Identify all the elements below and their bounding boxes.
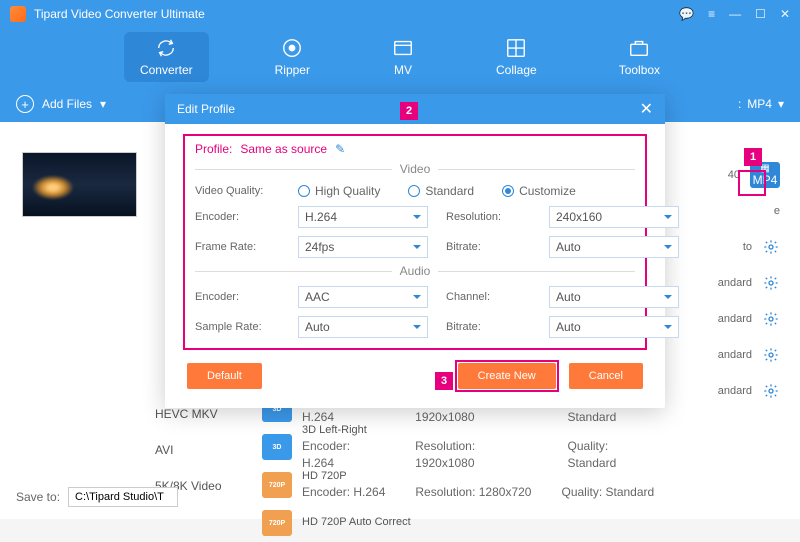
tab-label: Collage <box>496 63 537 77</box>
resolution-select[interactable]: 240x160 <box>549 206 679 228</box>
chevron-down-icon: ▾ <box>778 97 784 111</box>
format-list: 3D Encoder: H.264Resolution: 1920x1080Qu… <box>262 390 660 542</box>
save-to-row: Save to: <box>16 487 178 507</box>
main-toolbar: Converter Ripper MV Collage Toolbox <box>0 28 800 86</box>
value: andard <box>718 385 752 397</box>
format-badge: 720P <box>262 472 292 498</box>
app-logo <box>10 6 26 22</box>
format-info: HD 720P Auto Correct <box>302 515 660 530</box>
video-quality-label: Video Quality: <box>195 185 280 197</box>
samplerate-select[interactable]: Auto <box>298 316 428 338</box>
format-row[interactable]: 3D 3D Left-Right Encoder: H.264Resolutio… <box>262 428 660 466</box>
sidebar-item[interactable]: AVI <box>150 432 240 468</box>
edit-profile-dialog: Edit Profile ✕ Profile: Same as source ✎… <box>165 94 665 408</box>
value: andard <box>718 313 752 325</box>
tab-label: Ripper <box>275 63 310 77</box>
annotation-1: 1 <box>744 148 762 166</box>
format-info: HD 720P Encoder: H.264Resolution: 1280x7… <box>302 469 660 501</box>
collage-icon <box>505 37 527 59</box>
video-bitrate-label: Bitrate: <box>446 241 531 253</box>
save-to-label: Save to: <box>16 490 60 504</box>
annotation-2: 2 <box>400 102 418 120</box>
value: to <box>743 241 752 253</box>
window-controls: 💬 ≡ — ☐ ✕ <box>679 7 790 21</box>
mv-icon <box>392 37 414 59</box>
profile-label: Profile: <box>195 142 232 156</box>
format-row[interactable]: 720P HD 720P Auto Correct <box>262 504 660 542</box>
framerate-select[interactable]: 24fps <box>298 236 428 258</box>
resolution-label: Resolution: <box>446 211 531 223</box>
radio-standard[interactable]: Standard <box>408 184 474 198</box>
tab-toolbox[interactable]: Toolbox <box>603 32 676 82</box>
titlebar: Tipard Video Converter Ultimate 💬 ≡ — ☐ … <box>0 0 800 28</box>
menu-icon[interactable]: ≡ <box>708 7 715 21</box>
profile-value: Same as source <box>240 142 327 156</box>
save-to-input[interactable] <box>68 487 178 507</box>
channel-select[interactable]: Auto <box>549 286 679 308</box>
highlighted-settings-box: Profile: Same as source ✎ Video Video Qu… <box>183 134 647 350</box>
maximize-icon[interactable]: ☐ <box>755 7 766 21</box>
chevron-down-icon: ▾ <box>100 97 106 111</box>
value: e <box>774 205 780 217</box>
gear-icon[interactable] <box>762 238 780 256</box>
value: andard <box>718 349 752 361</box>
fmt-value: MP4 <box>747 97 772 111</box>
video-encoder-select[interactable]: H.264 <box>298 206 428 228</box>
edit-icon[interactable]: ✎ <box>335 142 345 156</box>
video-section-header: Video <box>195 162 635 176</box>
ripper-icon <box>281 37 303 59</box>
format-info: 3D Left-Right Encoder: H.264Resolution: … <box>302 423 660 472</box>
highlight-create-new: Create New <box>455 360 559 392</box>
radio-high-quality[interactable]: High Quality <box>298 184 380 198</box>
highlight-gear <box>738 170 766 196</box>
gear-icon[interactable] <box>762 310 780 328</box>
tab-mv[interactable]: MV <box>376 32 430 82</box>
default-button[interactable]: Default <box>187 363 262 389</box>
video-encoder-label: Encoder: <box>195 211 280 223</box>
plus-icon: + <box>16 95 34 113</box>
format-badge: 3D <box>262 434 292 460</box>
add-files-button[interactable]: + Add Files ▾ <box>16 95 106 113</box>
format-row[interactable]: 720P HD 720P Encoder: H.264Resolution: 1… <box>262 466 660 504</box>
gear-icon[interactable] <box>762 382 780 400</box>
tab-label: Converter <box>140 63 193 77</box>
feedback-icon[interactable]: 💬 <box>679 7 694 21</box>
value: andard <box>718 277 752 289</box>
format-badge: 720P <box>262 510 292 536</box>
fmt-prefix: : <box>738 97 741 111</box>
video-bitrate-select[interactable]: Auto <box>549 236 679 258</box>
toolbox-icon <box>628 37 650 59</box>
channel-label: Channel: <box>446 291 531 303</box>
tab-label: Toolbox <box>619 63 660 77</box>
tab-collage[interactable]: Collage <box>480 32 553 82</box>
dialog-footer: Default Create New Cancel <box>183 360 647 392</box>
minimize-icon[interactable]: — <box>729 7 741 21</box>
audio-bitrate-select[interactable]: Auto <box>549 316 679 338</box>
output-format-selector[interactable]: : MP4 ▾ <box>738 97 784 111</box>
dialog-title: Edit Profile <box>177 102 235 116</box>
audio-encoder-select[interactable]: AAC <box>298 286 428 308</box>
gear-icon[interactable] <box>762 346 780 364</box>
cancel-button[interactable]: Cancel <box>569 363 643 389</box>
annotation-3: 3 <box>435 372 453 390</box>
close-icon[interactable]: ✕ <box>780 7 790 21</box>
framerate-label: Frame Rate: <box>195 241 280 253</box>
create-new-button[interactable]: Create New <box>458 363 556 389</box>
tab-converter[interactable]: Converter <box>124 32 209 82</box>
tab-label: MV <box>394 63 412 77</box>
audio-bitrate-label: Bitrate: <box>446 321 531 333</box>
video-thumbnail[interactable] <box>22 152 137 217</box>
audio-encoder-label: Encoder: <box>195 291 280 303</box>
video-quality-radios: High Quality Standard Customize <box>298 184 679 198</box>
tab-ripper[interactable]: Ripper <box>259 32 326 82</box>
converter-icon <box>155 37 177 59</box>
add-files-label: Add Files <box>42 97 92 111</box>
radio-customize[interactable]: Customize <box>502 184 576 198</box>
close-icon[interactable]: ✕ <box>640 99 653 119</box>
app-title: Tipard Video Converter Ultimate <box>34 7 205 21</box>
samplerate-label: Sample Rate: <box>195 321 280 333</box>
gear-icon[interactable] <box>762 274 780 292</box>
right-column: 40MP4 e to andard andard andard andard <box>690 157 780 409</box>
audio-section-header: Audio <box>195 264 635 278</box>
